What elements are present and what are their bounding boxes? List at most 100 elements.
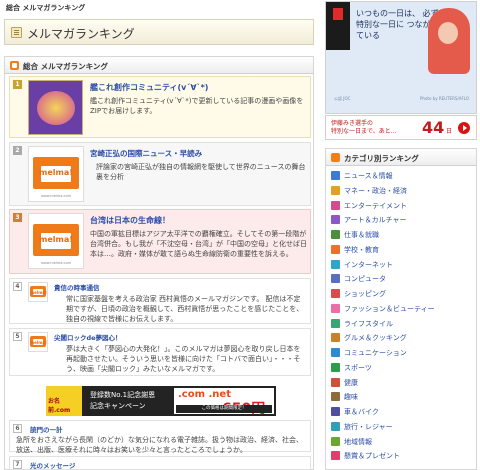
- ranking-row-6: 6 読門の一計 急所をおさえながら長閑（のどか）な気分になれる電子雑誌。扱う物は…: [9, 420, 311, 455]
- ad-text: 登録数No.1記念謝恩 記念キャンペーン: [90, 391, 156, 410]
- ranking-row-2: 2 www.melma.com 宮崎正弘の国際ニュース・早読み 評論家の宮崎正弘…: [9, 142, 311, 206]
- category-label: 仕事＆就職: [344, 231, 379, 239]
- ranking-description: 中国の軍拡目標はアジア太平洋での覇権確立。そしてその第一段階が台湾併合。もし我が…: [90, 230, 307, 259]
- category-label: マネー・政治・経済: [344, 186, 407, 195]
- category-label: アート＆カルチャー: [344, 216, 407, 225]
- ranking-title-link[interactable]: 貴信の時事通信: [54, 282, 100, 292]
- category-label: グルメ＆クッキング: [344, 334, 407, 343]
- category-icon: [331, 303, 340, 313]
- ranking-description: 夢は大きく「夢図心の大発化！」。このメルマガは夢図心を取り戻し日本を再起動させた…: [66, 345, 301, 374]
- category-label: 趣味: [344, 393, 358, 402]
- promo-banner[interactable]: いつもの一日は、 必ず 特別な一日に つながっている 公認 JOC Photo …: [325, 1, 477, 114]
- rank-badge: 5: [13, 332, 22, 341]
- ranking-title-link[interactable]: 尖閣ロックde夢図心！: [54, 332, 122, 342]
- magazine-thumbnail[interactable]: [28, 80, 83, 135]
- category-icon: [331, 451, 340, 461]
- ranking-icon: [10, 61, 19, 70]
- ranking-row-3: 3 www.melma.com 台湾は日本の生命線！ 中国の軍拡目標はアジア太平…: [9, 209, 311, 274]
- ranking-row-1: 1 艦これ創作コミュニティ(v´∀`*) 艦これ創作コミュニティ(v´∀`*)で…: [9, 76, 311, 138]
- category-label: スポーツ: [344, 363, 372, 372]
- countdown-unit: 日: [446, 128, 453, 135]
- magazine-thumbnail[interactable]: [28, 332, 48, 352]
- ranking-panel-header: 総合 メルマガランキング: [5, 57, 313, 74]
- melma-logo-icon: [33, 223, 79, 257]
- promo-credit: Photo by REUTERS/AFLO: [420, 96, 470, 101]
- category-icon: [331, 289, 340, 298]
- category-label: インターネット: [344, 260, 393, 269]
- category-icon: [331, 333, 340, 343]
- category-icon: [331, 200, 340, 210]
- ranking-title-link[interactable]: 光のメッセージ: [30, 460, 75, 470]
- category-icon: [331, 185, 340, 195]
- rank-badge: 7: [13, 460, 22, 469]
- ranking-row-5: 5 尖閣ロックde夢図心！ 夢は大きく「夢図心の大発化！」。このメルマガは夢図心…: [9, 328, 311, 376]
- melma-logo-icon: [30, 286, 46, 298]
- ranking-row-7: 7 光のメッセージ: [9, 456, 311, 470]
- athlete-face: [438, 22, 458, 44]
- category-label: ショッピング: [344, 290, 386, 298]
- ranking-title-link[interactable]: 艦これ創作コミュニティ(v´∀`*): [90, 82, 208, 93]
- melma-logo-icon: [33, 156, 79, 190]
- ranking-description: 艦これ創作コミュニティ(v´∀`*)で更新している記事の漫画や画像をZIPでお届…: [90, 97, 304, 116]
- category-icon: [331, 421, 340, 431]
- category-icon: [331, 171, 340, 180]
- category-title: カテゴリ別ランキング: [344, 154, 419, 163]
- magazine-thumbnail[interactable]: www.melma.com: [28, 146, 84, 202]
- category-label: コンピュータ: [344, 275, 386, 284]
- domain-ad-banner[interactable]: お名前.com 登録数No.1記念謝恩 記念キャンペーン .com .net 6…: [46, 386, 276, 417]
- countdown-banner[interactable]: 伊藤みき選手の 特別な一日まで、あと… 44 日: [325, 115, 477, 140]
- category-label: 地域情報: [344, 437, 372, 446]
- category-icon: [331, 244, 340, 254]
- magazine-thumbnail[interactable]: [28, 282, 48, 302]
- category-icon: [331, 153, 340, 162]
- category-icon: [331, 377, 340, 387]
- magazine-icon: [11, 27, 22, 38]
- rank-badge: 3: [13, 213, 22, 222]
- rank-badge: 2: [13, 146, 22, 155]
- category-label: 健康: [344, 378, 358, 387]
- category-icon: [331, 230, 340, 239]
- category-label: ライフスタイル: [344, 319, 393, 328]
- page-header: メルマガランキング: [4, 19, 314, 45]
- category-label: ニュース＆情報: [344, 172, 393, 180]
- thumbnail-url: www.melma.com: [40, 194, 72, 198]
- ranking-description: 急所をおさえながら長閑（のどか）な気分になれる電子雑誌。扱う物は政治、経済、社会…: [16, 436, 303, 455]
- countdown-number: 44: [422, 118, 445, 137]
- rank-badge: 1: [13, 80, 22, 89]
- category-icon: [331, 392, 340, 402]
- page-title: メルマガランキング: [27, 27, 135, 41]
- thumbnail-url: www.melma.com: [40, 261, 72, 265]
- category-label: 懸賞＆プレゼント: [344, 452, 400, 461]
- ranking-description: 評論家の宮崎正弘が独自の情報網を駆使して世界のニュースの舞台裏を分析: [96, 163, 306, 182]
- ranking-description: 常に国家基盤を考える政治家 西村眞悟のメールマガジンです。 配信は不定期ですが、…: [66, 295, 304, 324]
- category-icon: [331, 215, 340, 225]
- category-icon: [331, 348, 340, 357]
- category-icon: [331, 407, 340, 416]
- melma-logo-icon: [30, 336, 46, 348]
- play-arrow-icon[interactable]: [458, 122, 470, 134]
- category-icon: [331, 259, 340, 269]
- anime-image-icon: [37, 91, 75, 125]
- promo-caption: 公認 JOC: [334, 96, 351, 101]
- ranking-title-link[interactable]: 宮崎正弘の国際ニュース・早読み: [90, 148, 202, 159]
- ad-brand-logo: お名前.com: [46, 386, 82, 416]
- ranking-title-link[interactable]: 読門の一計: [30, 424, 63, 434]
- category-icon: [331, 318, 340, 328]
- category-label: ファッション＆ビューティー: [344, 304, 435, 313]
- countdown-text: 伊藤みき選手の 特別な一日まで、あと…: [331, 120, 397, 136]
- category-label: コミュニケーション: [344, 349, 407, 357]
- category-icon: [331, 362, 340, 372]
- breadcrumb: 総合 メルマガランキング: [6, 4, 86, 12]
- rank-badge: 4: [13, 282, 22, 291]
- category-label: 旅行・レジャー: [344, 422, 393, 431]
- rank-badge: 6: [13, 424, 22, 433]
- magazine-thumbnail[interactable]: www.melma.com: [28, 213, 84, 269]
- brand-logo-icon: [326, 2, 350, 50]
- category-label: 学校・教育: [344, 245, 379, 254]
- category-label: エンターテイメント: [344, 201, 407, 210]
- ranking-title-link[interactable]: 台湾は日本の生命線！: [90, 215, 170, 226]
- category-icon: [331, 274, 340, 284]
- category-icon: [331, 436, 340, 446]
- ad-price-box: .com .net 650円 この価格は期間限定！: [174, 388, 274, 417]
- category-label: 車＆バイク: [344, 408, 379, 416]
